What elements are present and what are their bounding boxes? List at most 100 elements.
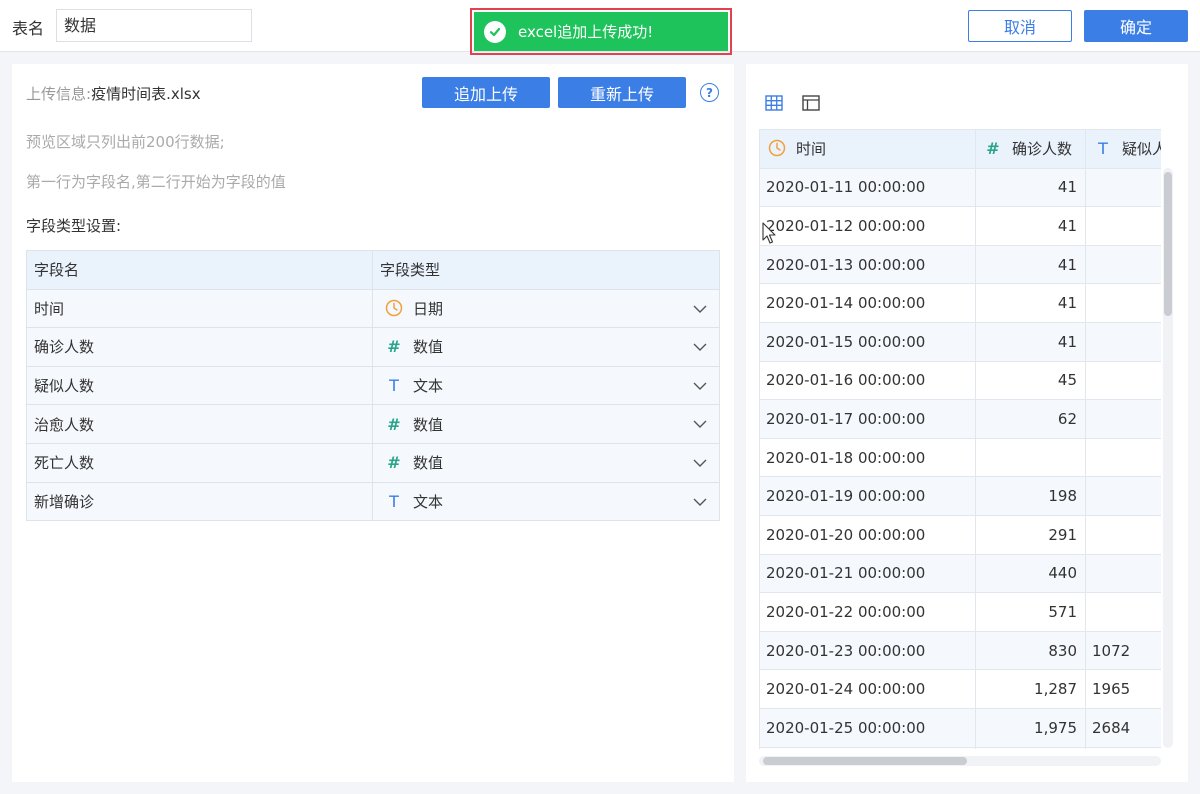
table-name-input[interactable]: 数据 (56, 9, 252, 42)
table-row: 2020-01-11 00:00:00 41 (759, 167, 1161, 208)
cancel-button[interactable]: 取消 (968, 10, 1072, 42)
clock-icon (768, 139, 786, 158)
table-row: 2020-01-12 00:00:00 41 (759, 206, 1161, 246)
field-type-select[interactable]: # 数值 (372, 327, 720, 367)
table-row: 2020-01-23 00:00:00 830 1072 (759, 630, 1161, 671)
field-type-value: 数值 (413, 454, 444, 473)
hash-icon: # (387, 414, 401, 434)
field-type-value: 数值 (413, 415, 444, 434)
cell-suspected: 2684 (1085, 707, 1161, 748)
cell-suspected: 1072 (1085, 630, 1161, 671)
chevron-down-icon (693, 498, 707, 506)
table-row: 确诊人数 # 数值 (26, 327, 720, 367)
field-table-header: 字段名 字段类型 (26, 250, 720, 290)
field-name: 治愈人数 (26, 404, 373, 444)
hash-icon: # (387, 337, 401, 357)
chevron-down-icon (693, 382, 707, 390)
field-type-header: 字段类型 (372, 250, 720, 290)
cell-confirmed: 41 (975, 206, 1086, 246)
chevron-down-icon (693, 305, 707, 313)
cell-time: 2020-01-12 00:00:00 (759, 206, 976, 246)
text-t-icon: T (1098, 139, 1108, 159)
field-type-value: 数值 (413, 338, 444, 357)
field-name: 疑似人数 (26, 365, 373, 406)
field-type-select[interactable]: # 数值 (372, 404, 720, 444)
field-name: 确诊人数 (26, 327, 373, 367)
field-type-value: 文本 (413, 377, 444, 396)
field-type-select[interactable]: 日期 (372, 288, 720, 329)
cell-confirmed: 62 (975, 399, 1086, 439)
cell-suspected (1085, 321, 1161, 362)
vertical-scrollbar[interactable] (1163, 168, 1173, 748)
upload-info-label: 上传信息: (26, 85, 92, 103)
check-circle-icon (484, 20, 506, 43)
horizontal-scroll-thumb[interactable] (763, 757, 967, 765)
field-name: 时间 (26, 288, 373, 329)
reupload-button[interactable]: 重新上传 (558, 77, 686, 108)
cell-suspected (1085, 399, 1161, 439)
cell-suspected (1085, 476, 1161, 516)
table-row: 2020-01-14 00:00:00 41 (759, 283, 1161, 323)
header-label: 确诊人数 (1012, 140, 1073, 159)
header-label: 疑似人 (1122, 140, 1161, 159)
cell-confirmed: 440 (975, 553, 1086, 594)
field-type-select[interactable]: T 文本 (372, 365, 720, 406)
confirm-button[interactable]: 确定 (1084, 10, 1188, 42)
field-type-value: 文本 (413, 492, 444, 511)
append-upload-button[interactable]: 追加上传 (422, 77, 550, 108)
layout-view-icon[interactable] (802, 94, 820, 112)
table-row: 2020-01-19 00:00:00 198 (759, 476, 1161, 516)
table-row: 2020-01-20 00:00:00 291 (759, 514, 1161, 555)
cell-time: 2020-01-17 00:00:00 (759, 399, 976, 439)
data-preview-panel: 时间 #确诊人数 T 疑似人 2020-01-11 00:00:0041 2020… (746, 64, 1188, 782)
preview-header-row: 时间 # 确诊人数 T 疑似人 (759, 129, 1161, 169)
field-type-value: 日期 (413, 299, 444, 318)
upload-file-name: 疫情时间表.xlsx (91, 85, 201, 103)
toast-message: excel追加上传成功! (518, 23, 654, 41)
cell-time: 2020-01-13 00:00:00 (759, 244, 976, 285)
preview-table: 时间 #确诊人数 T 疑似人 2020-01-11 00:00:0041 2020… (759, 129, 1161, 749)
cell-time: 2020-01-24 00:00:00 (759, 669, 976, 709)
cell-time: 2020-01-15 00:00:00 (759, 321, 976, 362)
header-label: 时间 (796, 140, 827, 159)
success-toast: excel追加上传成功! (474, 12, 728, 51)
table-row: 新增确诊 T 文本 (26, 481, 720, 522)
hash-icon: # (387, 453, 401, 473)
field-type-select[interactable]: T 文本 (372, 481, 720, 522)
field-type-table: 字段名 字段类型 时间 日期 确诊人数 # 数值 疑似人数 T 文本 治愈人数 (26, 250, 720, 522)
cell-time: 2020-01-21 00:00:00 (759, 553, 976, 594)
table-row: 2020-01-13 00:00:00 41 (759, 244, 1161, 285)
cell-confirmed: 41 (975, 321, 1086, 362)
preview-table-viewport: 时间 #确诊人数 T 疑似人 2020-01-11 00:00:0041 2020… (759, 129, 1161, 749)
field-name-header: 字段名 (26, 250, 373, 290)
cell-confirmed: 830 (975, 630, 1086, 671)
upload-info: 上传信息:疫情时间表.xlsx (26, 83, 201, 104)
field-settings-panel: 上传信息:疫情时间表.xlsx 追加上传 重新上传 ? 预览区域只列出前200行… (12, 64, 734, 782)
cell-confirmed: 41 (975, 244, 1086, 285)
text-t-icon: T (389, 491, 399, 511)
chevron-down-icon (693, 420, 707, 429)
field-type-select[interactable]: # 数值 (372, 442, 720, 483)
question-circle-icon[interactable]: ? (700, 83, 719, 102)
table-row: 时间 日期 (26, 288, 720, 329)
cell-suspected (1085, 360, 1161, 401)
cell-time: 2020-01-18 00:00:00 (759, 437, 976, 478)
cell-confirmed: 41 (975, 167, 1086, 208)
cell-suspected (1085, 553, 1161, 594)
preview-header-confirmed: # 确诊人数 (975, 129, 1086, 169)
cell-suspected (1085, 437, 1161, 478)
field-name: 新增确诊 (26, 481, 373, 522)
cell-time: 2020-01-16 00:00:00 (759, 360, 976, 401)
cell-suspected (1085, 746, 1161, 749)
table-row: 治愈人数 # 数值 (26, 404, 720, 444)
cell-confirmed: 571 (975, 592, 1086, 632)
toast-highlight-frame: excel追加上传成功! (470, 8, 732, 55)
horizontal-scrollbar[interactable] (759, 756, 1161, 766)
cell-confirmed: 291 (975, 514, 1086, 555)
cell-time: 2020-01-23 00:00:00 (759, 630, 976, 671)
vertical-scroll-thumb[interactable] (1164, 172, 1172, 316)
table-row: 2020-01-25 00:00:00 1,975 2684 (759, 707, 1161, 748)
preview-note: 预览区域只列出前200行数据; (26, 133, 225, 151)
grid-view-icon[interactable] (765, 94, 783, 112)
cell-suspected (1085, 167, 1161, 208)
